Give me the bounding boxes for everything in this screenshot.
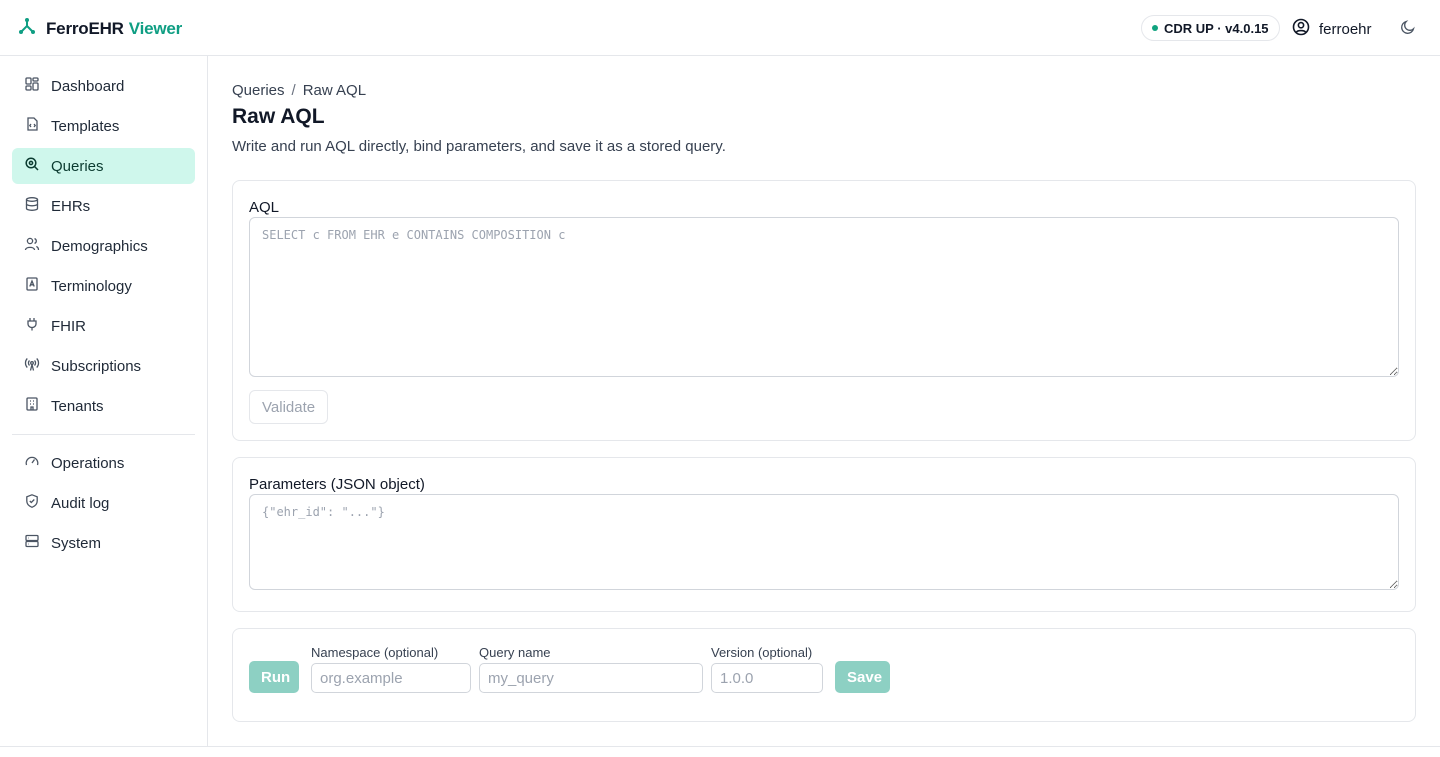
parameters-label: Parameters (JSON object) (249, 476, 425, 493)
breadcrumb-separator: / (291, 82, 296, 99)
namespace-label: Namespace (optional) (311, 645, 439, 660)
version-label: Version (optional) (711, 645, 813, 660)
sidebar-item-operations[interactable]: Operations (12, 445, 195, 481)
namespace-input[interactable] (311, 663, 471, 693)
sidebar-item-fhir[interactable]: FHIR (12, 308, 195, 344)
sidebar-item-label: Subscriptions (51, 357, 142, 375)
breadcrumb: Queries / Raw AQL (232, 82, 366, 99)
footer-divider (0, 746, 1440, 747)
sidebar-item-label: Terminology (51, 277, 132, 295)
validate-button[interactable]: Validate (249, 390, 329, 424)
sidebar-item-system[interactable]: System (12, 525, 195, 561)
query-name-input[interactable] (479, 663, 703, 693)
server-icon (24, 533, 40, 553)
sidebar-item-tenants[interactable]: Tenants (12, 388, 195, 424)
sidebar-item-label: Audit log (51, 494, 110, 512)
sidebar-item-label: Tenants (51, 397, 104, 415)
sidebar-item-ehrs[interactable]: EHRs (12, 188, 195, 224)
sidebar-divider (12, 434, 195, 435)
breadcrumb-current: Raw AQL (302, 82, 367, 99)
sidebar-item-terminology[interactable]: Terminology (12, 268, 195, 304)
sidebar-item-templates[interactable]: Templates (12, 108, 195, 144)
sidebar-item-subscriptions[interactable]: Subscriptions (12, 348, 195, 384)
sidebar-item-label: EHRs (51, 197, 91, 215)
building-icon (24, 396, 40, 416)
query-name-label: Query name (479, 645, 551, 660)
broadcast-icon (24, 356, 40, 376)
sidebar-item-dashboard[interactable]: Dashboard (12, 68, 195, 104)
search-icon (24, 156, 40, 176)
shield-icon (24, 493, 40, 513)
sidebar-item-label: Templates (51, 117, 120, 135)
aql-editor[interactable] (249, 217, 1399, 377)
page-title: Raw AQL (232, 105, 325, 128)
parameters-card: Parameters (JSON object) (232, 457, 1416, 612)
users-icon (24, 236, 40, 256)
sidebar-item-label: System (51, 534, 102, 552)
version-input[interactable] (711, 663, 823, 693)
sidebar-item-label: Operations (51, 454, 125, 472)
status-badge: CDR UP · v4.0.15 (1141, 15, 1280, 41)
sidebar-item-label: Dashboard (51, 77, 125, 95)
book-icon (24, 276, 40, 296)
breadcrumb-link-queries[interactable]: Queries (232, 82, 285, 99)
parameters-editor[interactable] (249, 494, 1399, 590)
sidebar-item-label: Queries (51, 157, 104, 175)
file-code-icon (24, 116, 40, 136)
moon-icon[interactable] (1400, 19, 1418, 37)
logo-icon (18, 17, 36, 40)
brand-accent: Viewer (128, 18, 183, 38)
sidebar-item-label: FHIR (51, 317, 86, 335)
sidebar: Dashboard Templates Queries EHRs Demogra… (0, 56, 208, 746)
user-circle-icon (1292, 18, 1310, 40)
top-bar: FerroEHR Viewer CDR UP · v4.0.15 ferroeh… (0, 0, 1440, 56)
aql-card: AQL Validate (232, 180, 1416, 441)
status-text: CDR UP · v4.0.15 (1164, 20, 1269, 36)
main-content: Queries / Raw AQL Raw AQL Write and run … (208, 56, 1440, 746)
save-button[interactable]: Save (835, 661, 890, 693)
dashboard-icon (24, 76, 40, 96)
status-dot-icon (1152, 25, 1158, 31)
brand-name: FerroEHR (46, 18, 124, 38)
run-save-card: Run Namespace (optional) Query name Vers… (232, 628, 1416, 722)
aql-label: AQL (249, 199, 280, 216)
sidebar-item-queries[interactable]: Queries (12, 148, 195, 184)
brand[interactable]: FerroEHR Viewer (18, 17, 182, 40)
run-button[interactable]: Run (249, 661, 299, 693)
database-icon (24, 196, 40, 216)
plug-icon (24, 316, 40, 336)
sidebar-item-audit-log[interactable]: Audit log (12, 485, 195, 521)
page-subtitle: Write and run AQL directly, bind paramet… (232, 138, 726, 155)
user-menu[interactable]: ferroehr (1292, 18, 1372, 40)
gauge-icon (24, 453, 40, 473)
sidebar-item-label: Demographics (51, 237, 148, 255)
sidebar-item-demographics[interactable]: Demographics (12, 228, 195, 264)
username: ferroehr (1319, 20, 1372, 38)
